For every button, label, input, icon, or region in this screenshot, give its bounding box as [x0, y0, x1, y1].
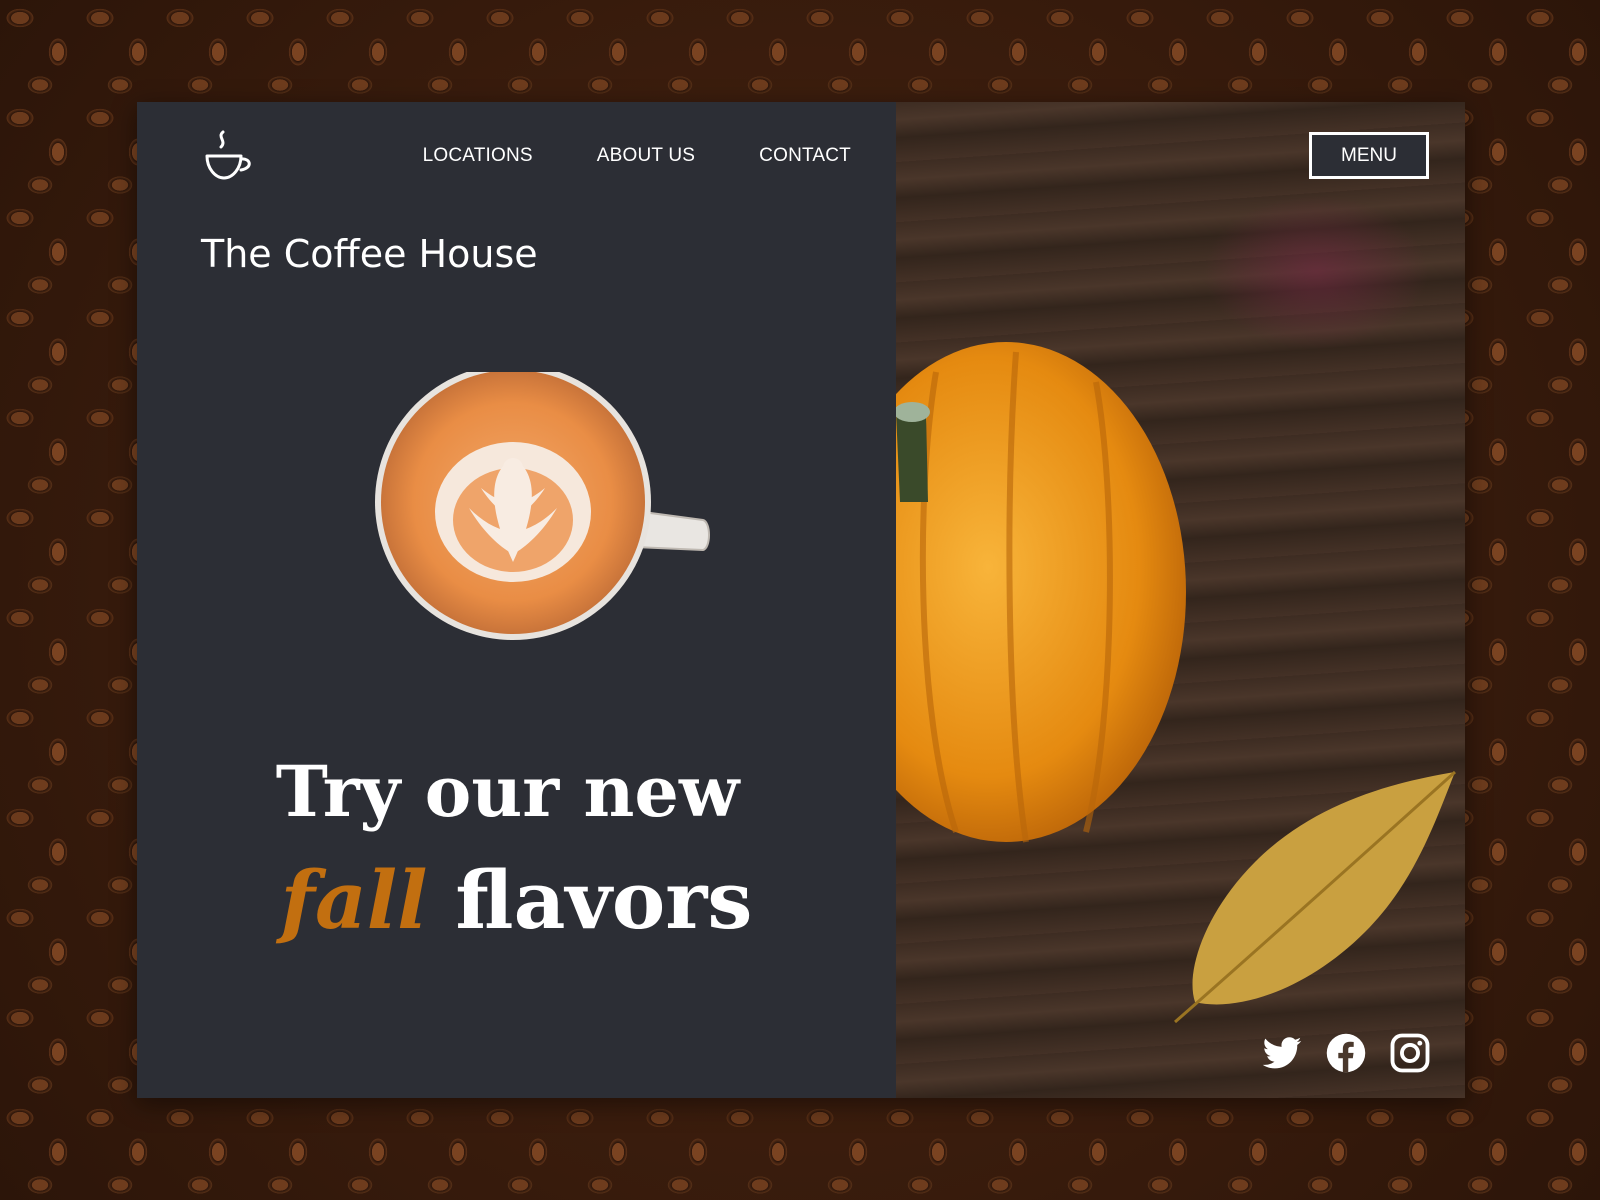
headline-line2: fall flavors: [137, 842, 896, 958]
latte-cup-image: [373, 364, 733, 662]
coffee-cup-icon[interactable]: [201, 128, 257, 184]
headline-line1: Try our new: [275, 750, 740, 833]
hero-card: LOCATIONS ABOUT US CONTACT The Coffee Ho…: [137, 102, 1465, 1098]
menu-button[interactable]: MENU: [1309, 132, 1429, 179]
main-nav: LOCATIONS ABOUT US CONTACT: [423, 142, 851, 170]
nav-item-locations[interactable]: LOCATIONS: [423, 142, 533, 170]
nav-item-about-us[interactable]: ABOUT US: [597, 142, 695, 170]
nav-item-contact[interactable]: CONTACT: [759, 142, 851, 170]
pumpkin-photo-panel: MENU: [896, 102, 1465, 1098]
dry-leaf-image: [1174, 770, 1457, 1024]
facebook-icon[interactable]: [1325, 1032, 1367, 1074]
left-panel: LOCATIONS ABOUT US CONTACT The Coffee Ho…: [137, 102, 896, 1098]
headline-accent-word: fall: [280, 853, 428, 947]
instagram-icon[interactable]: [1389, 1032, 1431, 1074]
brand-title: The Coffee House: [201, 232, 538, 276]
social-links: [1261, 1032, 1431, 1074]
twitter-icon[interactable]: [1261, 1032, 1303, 1074]
hero-headline: Try our new fall flavors: [137, 742, 896, 958]
headline-line2-rest: flavors: [455, 853, 753, 947]
